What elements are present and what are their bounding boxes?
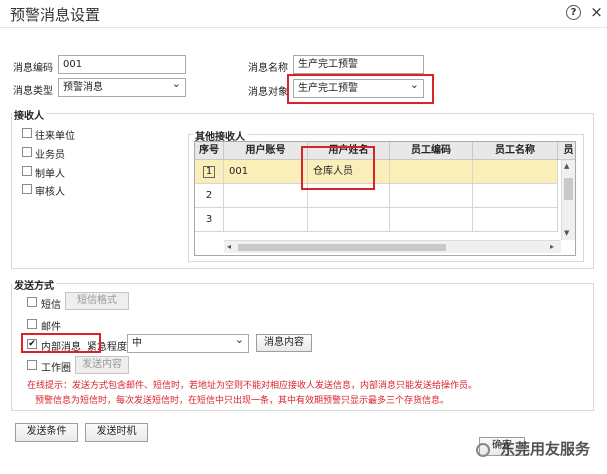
grid-cell-account[interactable]: [224, 184, 308, 208]
watermark-text: 东莞用友服务: [500, 440, 591, 458]
mail-label: 邮件: [41, 322, 61, 333]
sms-checkbox[interactable]: [27, 297, 37, 307]
scroll-down-icon[interactable]: ▼: [564, 229, 569, 237]
watermark-icon: [476, 443, 490, 457]
scroll-up-icon[interactable]: ▲: [564, 162, 569, 170]
grid-cell-emp-name[interactable]: [473, 208, 558, 232]
urgency-value: 中: [132, 338, 142, 349]
name-input[interactable]: 生产完工预警: [293, 55, 424, 74]
type-value: 预警消息: [63, 82, 103, 93]
grid-cell-account[interactable]: 001: [224, 160, 308, 184]
send-method-legend: 发送方式: [12, 277, 56, 292]
code-input[interactable]: 001: [58, 55, 186, 74]
type-label: 消息类型: [13, 86, 53, 97]
row-number[interactable]: 3: [195, 208, 224, 232]
tip-line-1: 在线提示：发送方式包含邮件、短信时，若地址为空则不能对相应接收人发送信息，内部消…: [27, 381, 478, 391]
work-circle-checkbox[interactable]: [27, 360, 37, 370]
recipient-checkbox-3[interactable]: [22, 166, 32, 176]
mail-checkbox[interactable]: [27, 319, 37, 329]
send-condition-button[interactable]: 发送条件: [15, 423, 78, 442]
column-header[interactable]: 员工名称: [473, 142, 558, 160]
grid-cell-name[interactable]: [308, 208, 390, 232]
row-number-text: 1: [202, 166, 216, 178]
sms-format-button[interactable]: 短信格式: [65, 292, 129, 310]
sms-label: 短信: [41, 300, 61, 311]
column-header[interactable]: 用户账号: [224, 142, 308, 160]
scroll-right-icon[interactable]: ▸: [550, 242, 554, 251]
grid-cell-emp-name[interactable]: [473, 160, 558, 184]
recipients-legend: 接收人: [12, 107, 46, 122]
column-header[interactable]: 序号: [195, 142, 224, 160]
window-title: 预警消息设置: [10, 6, 101, 24]
send-content-button[interactable]: 发送内容: [75, 356, 129, 374]
grid-cell-emp-code[interactable]: [390, 184, 473, 208]
row-number[interactable]: 2: [195, 184, 224, 208]
column-header[interactable]: 员工编码: [390, 142, 473, 160]
hscrollbar-thumb[interactable]: [238, 244, 446, 251]
grid-cell-emp-code[interactable]: [390, 208, 473, 232]
urgency-select[interactable]: 中: [127, 334, 249, 353]
horizontal-scrollbar[interactable]: ◂ ▸: [224, 240, 561, 253]
name-label: 消息名称: [248, 63, 288, 74]
recipient-checkbox-4[interactable]: [22, 184, 32, 194]
recipient-label-1: 往来单位: [35, 131, 75, 142]
send-time-button[interactable]: 发送时机: [85, 423, 148, 442]
scroll-left-icon[interactable]: ◂: [227, 242, 231, 251]
grid-cell-account[interactable]: [224, 208, 308, 232]
recipient-checkbox-1[interactable]: [22, 128, 32, 138]
recipient-label-2: 业务员: [35, 150, 65, 161]
recipient-label-4: 审核人: [35, 187, 65, 198]
code-label: 消息编码: [13, 63, 53, 74]
vertical-scrollbar[interactable]: ▲ ▼: [561, 160, 575, 240]
scrollbar-thumb[interactable]: [564, 178, 573, 200]
grid-cell-emp-code[interactable]: [390, 160, 473, 184]
recipient-checkbox-2[interactable]: [22, 147, 32, 157]
column-header[interactable]: 员: [558, 142, 575, 160]
tip-line-2: 预警信息为短信时，每次发送短信时，在短信中只出现一条，其中有效期预警只显示最多三…: [35, 396, 450, 406]
recipients-grid[interactable]: 序号 用户账号 用户姓名 员工编码 员工名称 员 1 001 仓库人员 2 3 …: [194, 141, 576, 256]
object-highlight: [287, 74, 434, 104]
close-icon[interactable]: ×: [589, 5, 604, 20]
internal-message-highlight: [21, 333, 101, 353]
type-select[interactable]: 预警消息: [58, 78, 186, 97]
recipient-label-3: 制单人: [35, 169, 65, 180]
name-column-highlight: [301, 146, 375, 190]
message-content-button[interactable]: 消息内容: [256, 334, 312, 352]
object-label: 消息对象: [248, 87, 288, 98]
grid-cell-emp-name[interactable]: [473, 184, 558, 208]
work-circle-label: 工作圈: [41, 363, 71, 374]
row-number[interactable]: 1: [195, 160, 224, 184]
help-icon[interactable]: ?: [566, 5, 581, 20]
